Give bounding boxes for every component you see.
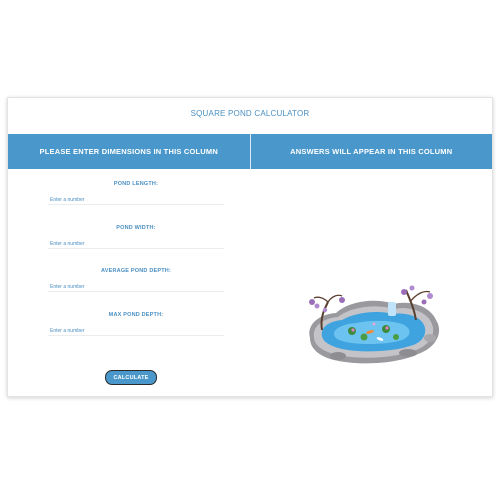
pond-width-label: POND WIDTH:	[116, 225, 156, 231]
column-header-bar: PLEASE ENTER DIMENSIONS IN THIS COLUMN A…	[8, 134, 492, 169]
max-depth-input[interactable]	[48, 326, 224, 336]
column-divider	[249, 134, 251, 169]
pond-width-field: POND WIDTH:	[48, 225, 224, 249]
calculate-button[interactable]: CALCULATE	[105, 370, 157, 385]
pond-length-input[interactable]	[48, 195, 224, 205]
output-column-header: ANSWERS WILL APPEAR IN THIS COLUMN	[290, 147, 453, 156]
max-depth-label: MAX POND DEPTH:	[108, 312, 164, 318]
average-depth-label: AVERAGE POND DEPTH:	[100, 268, 171, 274]
average-depth-field: AVERAGE POND DEPTH:	[48, 268, 224, 292]
average-depth-input[interactable]	[48, 282, 224, 292]
pond-length-label: POND LENGTH:	[113, 181, 159, 187]
input-column-header: PLEASE ENTER DIMENSIONS IN THIS COLUMN	[39, 147, 218, 156]
pond-width-input[interactable]	[48, 239, 224, 249]
koi-pond-illustration	[309, 285, 440, 364]
max-depth-field: MAX POND DEPTH:	[48, 312, 224, 336]
calculator-card: SQUARE POND CALCULATOR PLEASE ENTER DIME…	[7, 97, 493, 397]
page-title: SQUARE POND CALCULATOR	[190, 109, 310, 118]
pond-length-field: POND LENGTH:	[48, 181, 224, 205]
